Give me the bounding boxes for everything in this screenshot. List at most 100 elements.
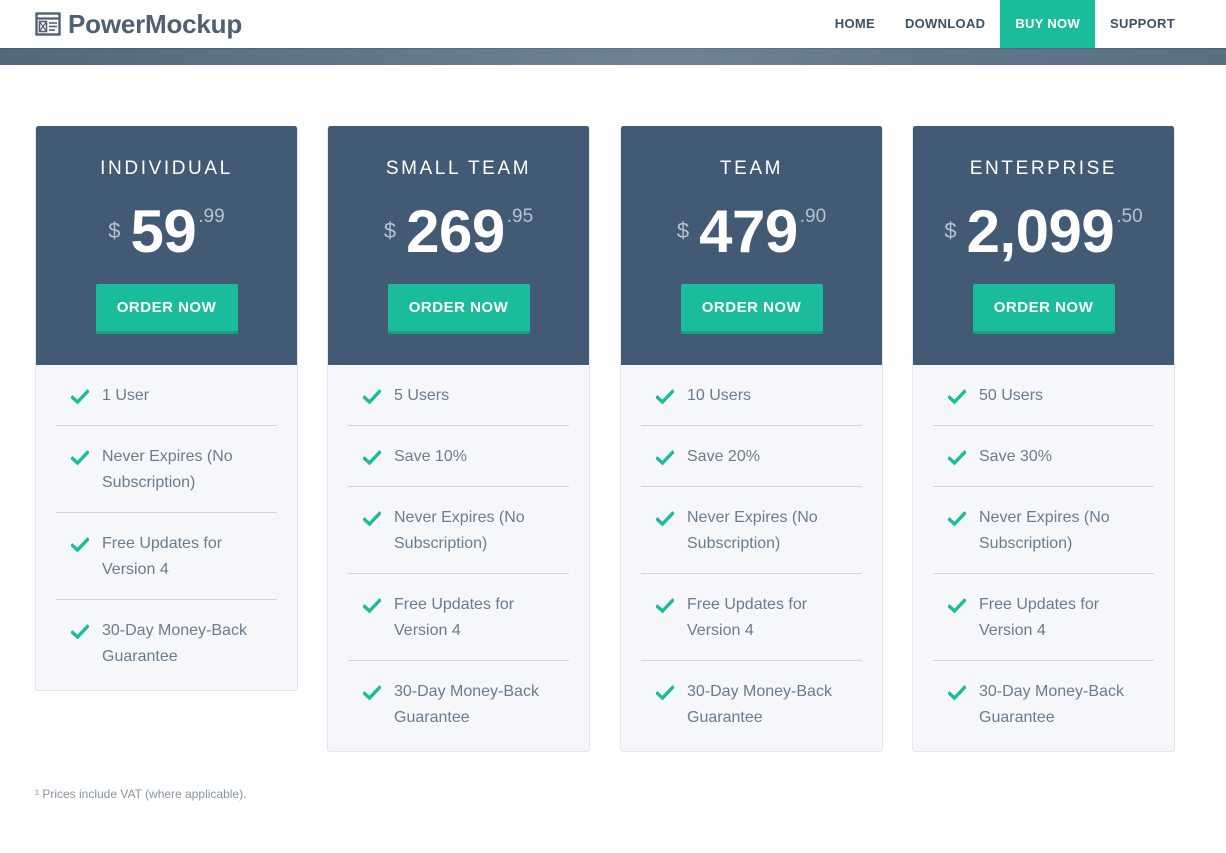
feature-list: 5 Users Save 10% Never Expires (No Subsc… <box>328 365 589 751</box>
price-currency: $ <box>383 218 397 243</box>
feature-text: Never Expires (No Subscription) <box>979 509 1110 552</box>
checkmark-icon <box>948 511 966 527</box>
checkmark-icon <box>656 450 674 466</box>
price-cents: .95 <box>506 206 534 227</box>
feature-item: Never Expires (No Subscription) <box>933 487 1154 574</box>
feature-text: 30-Day Money-Back Guarantee <box>102 622 247 665</box>
order-now-button[interactable]: ORDER NOW <box>972 284 1115 334</box>
checkmark-icon <box>71 624 89 640</box>
feature-list: 10 Users Save 20% Never Expires (No Subs… <box>621 365 882 751</box>
feature-text: Free Updates for Version 4 <box>102 535 223 578</box>
brand-name: PowerMockup <box>68 9 243 39</box>
brand-logo[interactable]: PowerMockup <box>35 9 242 39</box>
plan-name: TEAM <box>719 158 784 179</box>
feature-text: Free Updates for Version 4 <box>979 596 1100 639</box>
feature-item: Never Expires (No Subscription) <box>348 487 569 574</box>
feature-text: 1 User <box>102 387 150 404</box>
price-currency: $ <box>944 218 957 243</box>
checkmark-icon <box>363 450 381 466</box>
price-cents: .90 <box>799 206 827 227</box>
plan-name: INDIVIDUAL <box>100 158 233 179</box>
feature-text: 50 Users <box>979 387 1044 404</box>
feature-text: Save 10% <box>394 448 467 465</box>
price-amount: 479 <box>699 198 798 265</box>
checkmark-icon <box>656 511 674 527</box>
price-amount: 2,099 <box>966 198 1115 265</box>
checkmark-icon <box>656 389 674 405</box>
order-now-button[interactable]: ORDER NOW <box>95 284 238 334</box>
plan-card-enterprise: ENTERPRISE $ 2,099 .50 ORDER NOW 50 User… <box>912 126 1175 752</box>
price-amount: 59 <box>130 198 197 265</box>
window-mockup-icon <box>35 12 61 36</box>
feature-item: 30-Day Money-Back Guarantee <box>56 600 277 686</box>
plan-name: ENTERPRISE <box>969 158 1118 179</box>
plan-price: $ 2,099 .50 <box>913 198 1174 266</box>
feature-item: Free Updates for Version 4 <box>641 574 862 661</box>
checkmark-icon <box>948 389 966 405</box>
feature-text: 30-Day Money-Back Guarantee <box>979 683 1124 726</box>
feature-list: 50 Users Save 30% Never Expires (No Subs… <box>913 365 1174 751</box>
plan-header: ENTERPRISE $ 2,099 .50 ORDER NOW <box>913 126 1174 365</box>
price-currency: $ <box>108 218 121 243</box>
checkmark-icon <box>948 450 966 466</box>
plan-price: $ 269 .95 <box>328 198 589 266</box>
checkmark-icon <box>948 685 966 701</box>
nav-download[interactable]: DOWNLOAD <box>890 0 1000 48</box>
feature-item: Never Expires (No Subscription) <box>56 426 277 513</box>
main-nav: HOME DOWNLOAD BUY NOW SUPPORT <box>820 0 1190 48</box>
hero-banner-strip <box>0 48 1226 65</box>
feature-text: 10 Users <box>687 387 752 404</box>
feature-text: 5 Users <box>394 387 450 404</box>
nav-buy-now[interactable]: BUY NOW <box>1000 0 1096 48</box>
plan-card-small-team: SMALL TEAM $ 269 .95 ORDER NOW 5 Users S… <box>327 126 590 752</box>
plan-header: SMALL TEAM $ 269 .95 ORDER NOW <box>328 126 589 365</box>
plan-card-team: TEAM $ 479 .90 ORDER NOW 10 Users Save 2… <box>620 126 883 752</box>
feature-text: Save 20% <box>687 448 760 465</box>
feature-text: Never Expires (No Subscription) <box>687 509 818 552</box>
checkmark-icon <box>363 389 381 405</box>
feature-text: Free Updates for Version 4 <box>394 596 515 639</box>
feature-item: 50 Users <box>933 365 1154 426</box>
feature-text: 30-Day Money-Back Guarantee <box>687 683 832 726</box>
checkmark-icon <box>948 598 966 614</box>
checkmark-icon <box>71 389 89 405</box>
feature-item: 30-Day Money-Back Guarantee <box>641 661 862 747</box>
checkmark-icon <box>71 537 89 553</box>
feature-text: 30-Day Money-Back Guarantee <box>394 683 539 726</box>
feature-item: 10 Users <box>641 365 862 426</box>
feature-item: Save 20% <box>641 426 862 487</box>
feature-item: Save 10% <box>348 426 569 487</box>
feature-item: Free Updates for Version 4 <box>933 574 1154 661</box>
nav-support[interactable]: SUPPORT <box>1095 0 1190 48</box>
feature-item: Free Updates for Version 4 <box>348 574 569 661</box>
checkmark-icon <box>363 598 381 614</box>
feature-item: Free Updates for Version 4 <box>56 513 277 600</box>
feature-item: 5 Users <box>348 365 569 426</box>
price-amount: 269 <box>406 198 505 265</box>
plan-header: TEAM $ 479 .90 ORDER NOW <box>621 126 882 365</box>
feature-text: Save 30% <box>979 448 1052 465</box>
top-header: PowerMockup HOME DOWNLOAD BUY NOW SUPPOR… <box>0 0 1226 48</box>
feature-item: 30-Day Money-Back Guarantee <box>348 661 569 747</box>
plan-header: INDIVIDUAL $ 59 .99 ORDER NOW <box>36 126 297 365</box>
price-cents: .50 <box>1116 206 1143 227</box>
checkmark-icon <box>363 511 381 527</box>
plan-name: SMALL TEAM <box>385 158 532 179</box>
plan-price: $ 479 .90 <box>621 198 882 266</box>
feature-text: Free Updates for Version 4 <box>687 596 808 639</box>
vat-footnote: ¹ Prices include VAT (where applicable). <box>35 787 247 801</box>
price-cents: .99 <box>198 206 225 227</box>
order-now-button[interactable]: ORDER NOW <box>680 284 823 334</box>
nav-home[interactable]: HOME <box>820 0 890 48</box>
feature-item: 30-Day Money-Back Guarantee <box>933 661 1154 747</box>
feature-list: 1 User Never Expires (No Subscription) F… <box>36 365 297 690</box>
checkmark-icon <box>656 598 674 614</box>
feature-text: Never Expires (No Subscription) <box>102 448 233 491</box>
plan-card-individual: INDIVIDUAL $ 59 .99 ORDER NOW 1 User Nev… <box>35 126 298 691</box>
feature-text: Never Expires (No Subscription) <box>394 509 525 552</box>
order-now-button[interactable]: ORDER NOW <box>387 284 530 334</box>
checkmark-icon <box>71 450 89 466</box>
feature-item: Never Expires (No Subscription) <box>641 487 862 574</box>
checkmark-icon <box>363 685 381 701</box>
feature-item: Save 30% <box>933 426 1154 487</box>
